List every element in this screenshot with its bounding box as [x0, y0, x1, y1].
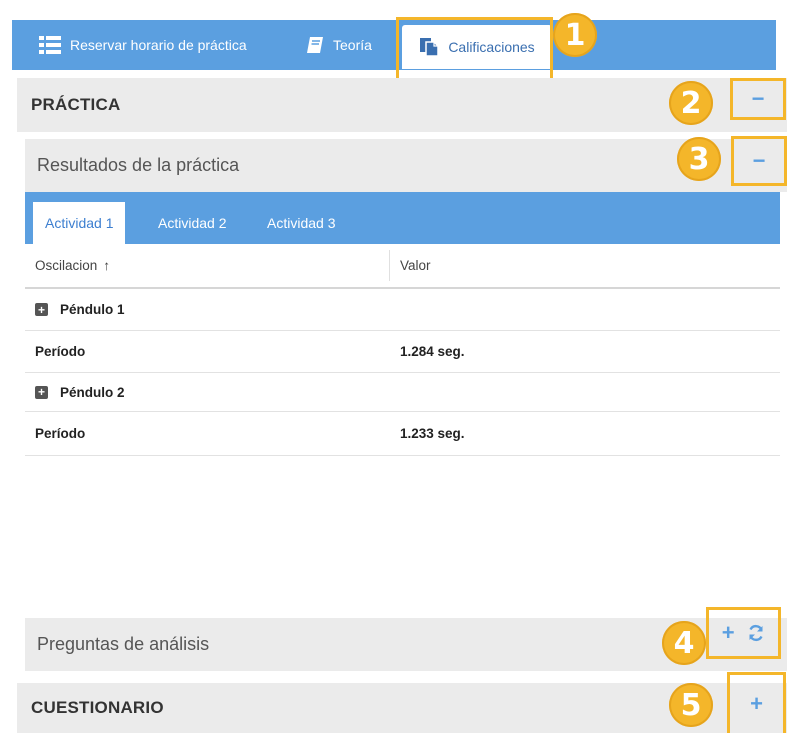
- practica-collapse-button[interactable]: −: [730, 78, 786, 120]
- list-icon: [39, 36, 61, 54]
- row-label: Período: [35, 426, 86, 441]
- column-header-valor[interactable]: Valor: [400, 244, 431, 287]
- sort-up-icon: ↑: [103, 258, 111, 273]
- cuestionario-expand-button[interactable]: +: [727, 672, 786, 733]
- callout-badge-4: 4: [662, 621, 706, 665]
- callout-badge-1: 1: [553, 13, 597, 57]
- minus-icon: −: [751, 86, 765, 111]
- row-label: Período: [35, 344, 86, 359]
- column-divider: [389, 250, 390, 281]
- minus-icon: −: [752, 148, 766, 173]
- group-label: Péndulo 1: [60, 302, 125, 317]
- book-icon: [306, 36, 324, 54]
- group-label: Péndulo 2: [60, 384, 125, 400]
- column-header-oscilacion[interactable]: Oscilacion ↑: [35, 244, 110, 287]
- tab-actividad-1[interactable]: Actividad 1: [33, 202, 126, 244]
- tab-actividad-3[interactable]: Actividad 3: [255, 202, 347, 244]
- nav-teoria-label: Teoría: [333, 37, 372, 53]
- nav-reservar[interactable]: Reservar horario de práctica: [39, 20, 247, 70]
- preguntas-title: Preguntas de análisis: [37, 634, 210, 654]
- tab-actividad-2[interactable]: Actividad 2: [146, 202, 238, 244]
- top-nav-bar: Reservar horario de práctica Teoría Cali…: [12, 20, 776, 70]
- group-row-pendulo-1[interactable]: + Péndulo 1: [25, 289, 780, 331]
- nav-reservar-label: Reservar horario de práctica: [70, 37, 247, 53]
- row-value: 1.284 seg.: [400, 344, 465, 359]
- callout-badge-3: 3: [677, 137, 721, 181]
- activity-tab-bar: Actividad 1 Actividad 2 Actividad 3: [25, 192, 780, 244]
- callout-badge-5: 5: [669, 683, 713, 727]
- table-row: Período 1.284 seg.: [25, 331, 780, 373]
- table-row: Período 1.233 seg.: [25, 412, 780, 456]
- callout-badge-2: 2: [669, 81, 713, 125]
- row-value: 1.233 seg.: [400, 426, 465, 441]
- resultados-title: Resultados de la práctica: [37, 155, 240, 175]
- cuestionario-title: CUESTIONARIO: [31, 698, 164, 717]
- expand-plus-icon[interactable]: +: [35, 385, 48, 399]
- table-header-row: Oscilacion ↑ Valor: [25, 244, 780, 289]
- group-row-pendulo-2[interactable]: + Péndulo 2: [25, 373, 780, 412]
- nav-teoria[interactable]: Teoría: [306, 20, 372, 70]
- preguntas-controls: +: [706, 607, 781, 659]
- plus-icon: +: [750, 691, 763, 716]
- practica-title: PRÁCTICA: [31, 95, 121, 114]
- resultados-section-header[interactable]: Resultados de la práctica: [25, 139, 787, 192]
- expand-plus-icon[interactable]: +: [35, 303, 48, 316]
- results-table: Oscilacion ↑ Valor + Péndulo 1 Período 1…: [25, 244, 780, 456]
- resultados-collapse-button[interactable]: −: [731, 136, 787, 186]
- expand-plus-button[interactable]: +: [722, 620, 735, 646]
- refresh-icon[interactable]: [747, 624, 765, 642]
